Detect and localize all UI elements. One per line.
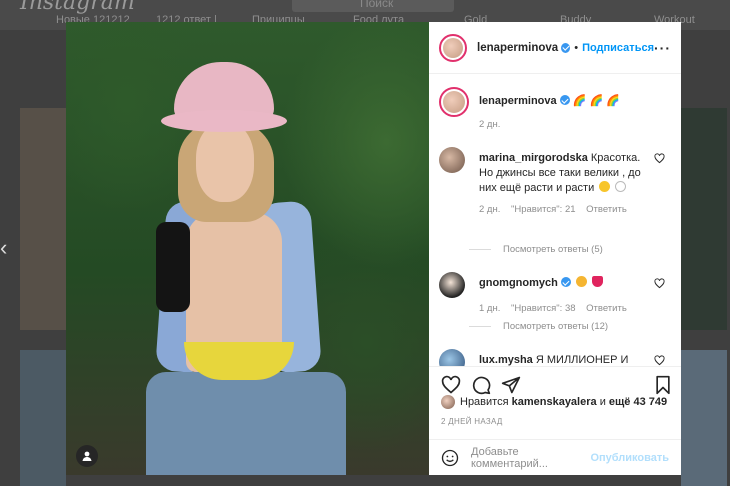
comment-meta: 1 дн. "Нравится": 38 Ответить [479, 301, 649, 316]
comment-item: gnomgnomych 1 дн. "Нравится": 38 Ответит… [439, 272, 671, 322]
like-comment-heart-icon[interactable] [654, 278, 665, 289]
heart-eyes-emoji-icon [575, 276, 587, 287]
more-options-icon[interactable]: ··· [654, 40, 671, 56]
verified-badge-icon [560, 277, 571, 287]
separator-dot: • [574, 41, 579, 54]
comment-body: gnomgnomych 1 дн. "Нравится": 38 Ответит… [479, 276, 649, 316]
comment-reply-button[interactable]: Ответить [586, 303, 627, 314]
likes-summary: Нравится kamenskayalera и ещё 43 749 [441, 395, 667, 409]
post-modal: lenaperminova • Подписаться ··· lenaperm… [66, 22, 681, 475]
photo-shape [196, 122, 254, 202]
caption-time: 2 дн. [479, 117, 649, 132]
commenter-avatar[interactable] [439, 349, 465, 366]
share-icon[interactable] [501, 375, 521, 395]
post-header: lenaperminova • Подписаться ··· [429, 22, 681, 74]
liker-avatar[interactable] [441, 395, 455, 409]
follow-button[interactable]: Подписаться [582, 42, 654, 54]
smile-emoji-icon [615, 181, 627, 192]
grin-emoji-icon [599, 181, 611, 192]
comment-likes[interactable]: "Нравится": 38 [511, 303, 576, 314]
search-placeholder: Поиск [360, 0, 394, 10]
comment-item: marina_mirgorodska Красотка. Но джинсы в… [439, 147, 671, 237]
comment-username[interactable]: gnomgnomych [479, 277, 558, 289]
instagram-logo[interactable]: Instagram [20, 0, 135, 15]
comment-time[interactable]: 1 дн. [479, 303, 500, 314]
caption-text: 🌈 🌈 🌈 [572, 95, 620, 107]
photo-shape [161, 110, 287, 132]
like-heart-icon[interactable] [441, 375, 461, 395]
comment-body: marina_mirgorodska Красотка. Но джинсы в… [479, 151, 649, 217]
grid-tile[interactable] [20, 108, 66, 330]
photo-shape [156, 222, 190, 312]
prev-post-arrow-icon[interactable]: ‹ [0, 236, 12, 260]
post-photo[interactable] [66, 22, 429, 475]
caption-time-text[interactable]: 2 дн. [479, 119, 500, 130]
caption-body: lenaperminova 🌈 🌈 🌈 2 дн. [479, 94, 649, 132]
tagged-users-icon[interactable] [76, 445, 98, 467]
grid-tile[interactable] [681, 108, 727, 330]
grid-tile[interactable] [20, 350, 66, 486]
view-replies-button[interactable]: Посмотреть ответы (5) [469, 244, 603, 255]
likes-count[interactable]: ещё 43 749 [609, 396, 667, 408]
photo-shape [146, 372, 346, 475]
view-replies-button[interactable]: Посмотреть ответы (12) [469, 321, 608, 332]
caption: lenaperminova 🌈 🌈 🌈 2 дн. [439, 87, 671, 130]
author-avatar[interactable] [439, 87, 469, 117]
save-bookmark-icon[interactable] [653, 375, 673, 395]
author-avatar[interactable] [439, 33, 467, 62]
view-replies-text: Посмотреть ответы (5) [503, 244, 603, 255]
like-comment-heart-icon[interactable] [654, 355, 665, 366]
comment-input[interactable]: Добавьте комментарий... [471, 446, 590, 470]
likes-mid: и [599, 396, 606, 408]
comment-reply-button[interactable]: Ответить [586, 204, 627, 215]
comment-meta: 2 дн. "Нравится": 21 Ответить [479, 202, 649, 217]
likes-prefix: Нравится [460, 396, 509, 408]
post-actions: Нравится kamenskayalera и ещё 43 749 2 Д… [429, 366, 681, 476]
comment-likes[interactable]: "Нравится": 21 [511, 204, 576, 215]
post-date[interactable]: 2 ДНЕЙ НАЗАД [441, 417, 503, 426]
add-comment-bar: Добавьте комментарий... Опубликовать [429, 439, 681, 476]
caption-username[interactable]: lenaperminova [479, 95, 557, 107]
comment-username[interactable]: marina_mirgorodska [479, 152, 588, 164]
verified-badge-icon [561, 42, 571, 53]
view-replies-text: Посмотреть ответы (12) [503, 321, 609, 332]
comment-icon[interactable] [471, 375, 491, 395]
verified-badge-icon [559, 95, 570, 105]
comments-list[interactable]: lenaperminova 🌈 🌈 🌈 2 дн. marina_mirgoro… [429, 75, 681, 366]
commenter-avatar[interactable] [439, 147, 465, 173]
publish-button[interactable]: Опубликовать [590, 452, 669, 464]
like-comment-heart-icon[interactable] [654, 153, 665, 164]
comment-username[interactable]: lux.mysha [479, 354, 533, 366]
comment-time[interactable]: 2 дн. [479, 204, 500, 215]
comment-body: lux.mysha Я МИЛЛИОНЕР И МНЕ ПОНРАВИЛОСЬ, [479, 353, 649, 366]
author-username[interactable]: lenaperminova [477, 42, 558, 54]
emoji-picker-icon[interactable] [441, 449, 459, 467]
grid-tile[interactable] [681, 350, 727, 486]
liker-username[interactable]: kamenskayalera [512, 396, 597, 408]
commenter-avatar[interactable] [439, 272, 465, 298]
comment-item: lux.mysha Я МИЛЛИОНЕР И МНЕ ПОНРАВИЛОСЬ, [439, 349, 671, 366]
red-heart-emoji-icon [591, 276, 603, 287]
post-side-panel: lenaperminova • Подписаться ··· lenaperm… [429, 22, 681, 475]
